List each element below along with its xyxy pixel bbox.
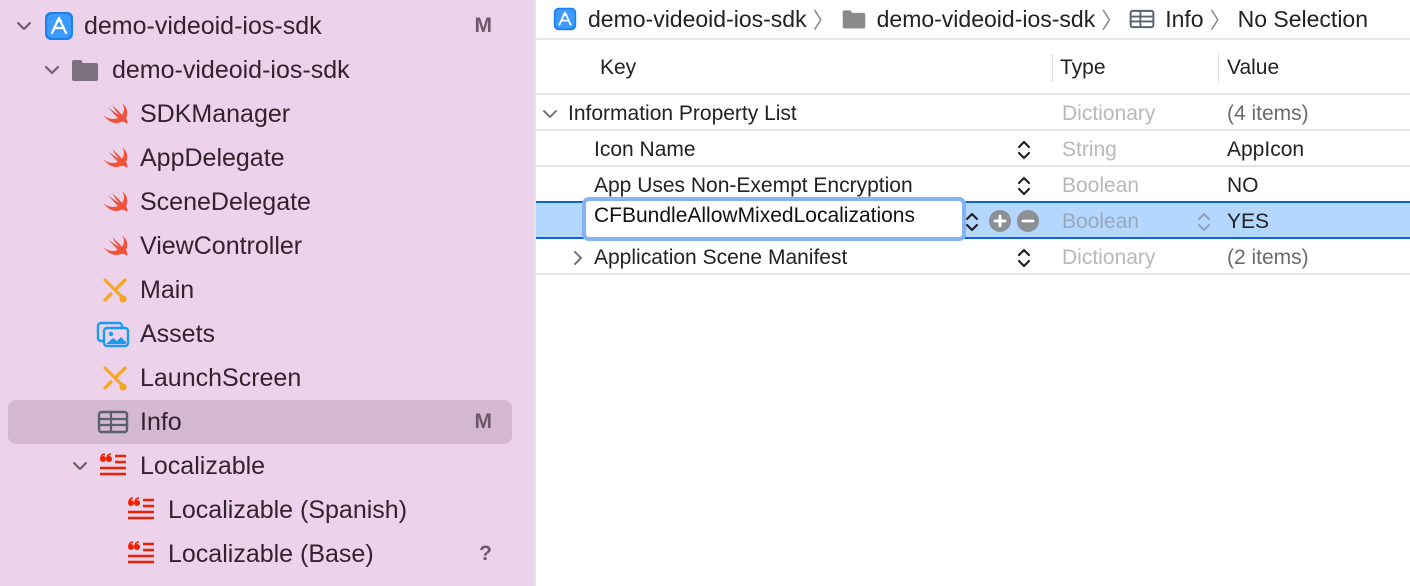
- swift-file-icon: [98, 229, 132, 263]
- remove-row-button[interactable]: [1017, 210, 1039, 232]
- chevron-right-icon: 〉: [812, 8, 835, 33]
- nav-item-file[interactable]: AppDelegate: [8, 136, 512, 180]
- breadcrumb-label: demo-videoid-ios-sdk: [876, 5, 1096, 32]
- table-header: Key Type Value: [534, 42, 1410, 95]
- row-type[interactable]: String: [1062, 138, 1117, 162]
- project-navigator: demo-videoid-ios-sdk M demo-videoid-ios-…: [0, 0, 534, 586]
- nav-item-label: demo-videoid-ios-sdk: [112, 55, 350, 84]
- disclosure-collapsed-icon[interactable]: [570, 248, 586, 265]
- nav-item-group[interactable]: demo-videoid-ios-sdk: [8, 48, 512, 92]
- breadcrumb-label: No Selection: [1237, 5, 1369, 32]
- column-header-type[interactable]: Type: [1060, 56, 1106, 80]
- asset-catalog-icon: [96, 317, 130, 351]
- nav-item-file[interactable]: Main: [8, 268, 512, 312]
- nav-item-label: SceneDelegate: [140, 187, 311, 216]
- nav-item-file[interactable]: Assets: [8, 312, 512, 356]
- plist-icon: [1129, 6, 1155, 32]
- nav-item-label: Localizable (Base): [168, 539, 374, 568]
- column-header-value[interactable]: Value: [1227, 56, 1279, 80]
- breadcrumb-file[interactable]: Info: [1129, 5, 1204, 33]
- chevron-down-icon[interactable]: [14, 16, 34, 36]
- column-divider[interactable]: [1052, 54, 1053, 82]
- split-divider[interactable]: [534, 0, 536, 586]
- row-value[interactable]: NO: [1227, 174, 1259, 198]
- row-key[interactable]: App Uses Non-Exempt Encryption: [594, 174, 913, 198]
- add-row-button[interactable]: [989, 210, 1011, 232]
- storyboard-icon: [98, 361, 132, 395]
- nav-item-info[interactable]: Info M: [8, 400, 512, 444]
- nav-item-label: LaunchScreen: [140, 363, 302, 392]
- nav-item-project[interactable]: demo-videoid-ios-sdk M: [8, 4, 512, 48]
- column-divider[interactable]: [1218, 54, 1219, 82]
- breadcrumb-label: Info: [1165, 5, 1204, 32]
- chevron-right-icon: 〉: [1209, 8, 1232, 33]
- folder-icon: [68, 53, 102, 87]
- swift-file-icon: [98, 97, 132, 131]
- chevron-right-icon: 〉: [1101, 8, 1124, 33]
- nav-item-label: Localizable (Spanish): [168, 495, 408, 524]
- breadcrumb-project[interactable]: demo-videoid-ios-sdk: [552, 6, 807, 33]
- nav-item-label: AppDelegate: [140, 143, 285, 172]
- untracked-badge: ?: [479, 542, 492, 565]
- modified-badge: M: [474, 14, 493, 37]
- plist-editor: demo-videoid-ios-sdk 〉 demo-videoid-ios-…: [534, 0, 1410, 586]
- row-value: (2 items): [1227, 246, 1309, 269]
- row-value[interactable]: YES: [1227, 210, 1269, 234]
- nav-item-label: demo-videoid-ios-sdk: [84, 11, 322, 40]
- nav-item-file[interactable]: Localizable (Spanish): [8, 488, 512, 532]
- table-row[interactable]: Icon Name String AppIcon: [534, 131, 1410, 167]
- strings-file-icon: [96, 449, 130, 483]
- nav-item-file[interactable]: ViewController: [8, 224, 512, 268]
- chevron-down-icon[interactable]: [70, 456, 90, 476]
- table-row[interactable]: Information Property List Dictionary (4 …: [534, 95, 1410, 131]
- disclosure-expanded-icon[interactable]: [542, 104, 558, 120]
- key-edit-value[interactable]: CFBundleAllowMixedLocalizations: [594, 204, 915, 227]
- nav-item-file[interactable]: SceneDelegate: [8, 180, 512, 224]
- swift-file-icon: [98, 141, 132, 175]
- folder-icon: [841, 6, 867, 32]
- xcode-project-icon: [42, 9, 76, 43]
- chevron-down-icon[interactable]: [42, 60, 62, 80]
- row-type[interactable]: Boolean: [1062, 210, 1139, 234]
- storyboard-icon: [98, 273, 132, 307]
- nav-item-label: Assets: [140, 319, 216, 348]
- row-type[interactable]: Boolean: [1062, 174, 1139, 198]
- strings-file-icon: [124, 493, 158, 527]
- plist-icon: [96, 405, 130, 439]
- row-value: (4 items): [1227, 102, 1309, 125]
- row-value[interactable]: AppIcon: [1227, 138, 1304, 162]
- nav-item-label: SDKManager: [140, 99, 291, 128]
- property-list-table: Key Type Value Information Property List…: [534, 42, 1410, 275]
- column-header-key[interactable]: Key: [600, 56, 636, 80]
- swift-file-icon: [98, 185, 132, 219]
- row-key: Information Property List: [568, 102, 797, 125]
- key-picker-stepper-icon[interactable]: [965, 211, 979, 233]
- row-key[interactable]: Application Scene Manifest: [594, 246, 847, 270]
- nav-item-label: Main: [140, 275, 195, 304]
- nav-item-file[interactable]: SDKManager: [8, 92, 512, 136]
- nav-item-file[interactable]: Localizable (Base) ?: [8, 532, 512, 576]
- key-picker-stepper-icon[interactable]: [1017, 247, 1031, 269]
- key-picker-stepper-icon[interactable]: [1017, 139, 1031, 161]
- table-row[interactable]: Application Scene Manifest Dictionary (2…: [534, 239, 1410, 275]
- nav-item-label: Info: [140, 407, 182, 436]
- row-type[interactable]: Dictionary: [1062, 246, 1155, 270]
- jump-bar: demo-videoid-ios-sdk 〉 demo-videoid-ios-…: [534, 0, 1410, 40]
- key-picker-stepper-icon[interactable]: [1017, 175, 1031, 197]
- breadcrumb-group[interactable]: demo-videoid-ios-sdk: [841, 5, 1096, 33]
- nav-item-file[interactable]: LaunchScreen: [8, 356, 512, 400]
- row-key[interactable]: Icon Name: [594, 138, 696, 162]
- modified-badge: M: [474, 410, 493, 433]
- xcode-project-icon: [552, 6, 578, 32]
- row-type: Dictionary: [1062, 102, 1156, 125]
- breadcrumb-selection[interactable]: No Selection: [1238, 6, 1368, 33]
- nav-item-label: Localizable: [140, 451, 266, 480]
- nav-item-label: ViewController: [140, 231, 303, 260]
- nav-item-variant-group[interactable]: Localizable: [8, 444, 512, 488]
- table-row-selected[interactable]: CFBundleAllowMixedLocalizations Boolean …: [534, 197, 1410, 241]
- strings-file-icon: [124, 537, 158, 571]
- value-picker-stepper-icon[interactable]: [1197, 211, 1211, 233]
- breadcrumb-label: demo-videoid-ios-sdk: [588, 5, 807, 32]
- key-edit-field[interactable]: CFBundleAllowMixedLocalizations: [582, 197, 966, 241]
